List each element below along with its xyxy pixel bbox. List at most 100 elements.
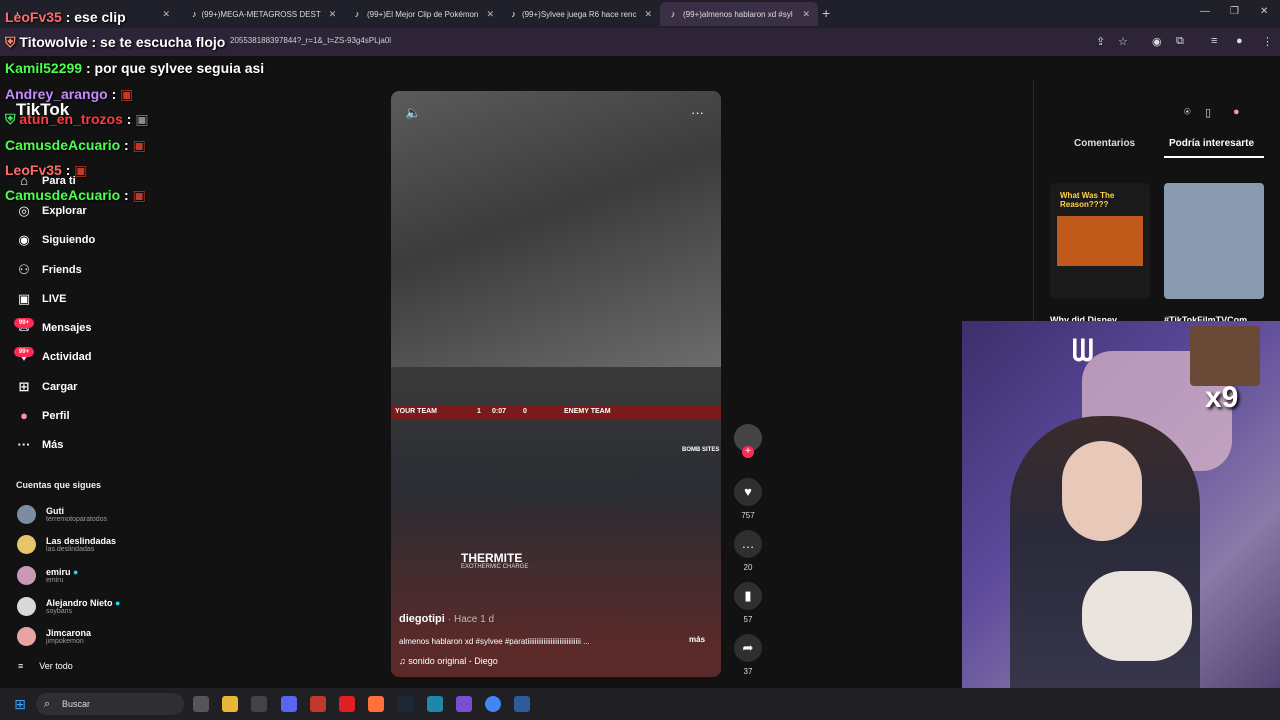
close-tab-icon[interactable]: ✕ [321, 9, 337, 20]
chrome-icon[interactable] [485, 696, 501, 712]
video-options-icon[interactable]: ··· [691, 105, 704, 120]
chat-user: Andrey_arango [5, 86, 108, 102]
operator-gadget: EXOTHERMIC CHARGE [461, 564, 529, 570]
app-icon[interactable] [310, 696, 326, 712]
tab-comentarios[interactable]: Comentarios [1074, 138, 1135, 149]
share-button[interactable]: ➦ 37 [732, 634, 764, 676]
tab-podria-interesarte[interactable]: Podría interesarte [1169, 138, 1254, 149]
following-account[interactable]: Las deslindadas las.deslindadas [17, 535, 116, 554]
chat-message: LeoFv35 : ese clip [5, 9, 126, 25]
menu-dots-icon[interactable]: ⋮ [1262, 35, 1273, 48]
nav-cargar[interactable]: ⊞ Cargar [14, 379, 78, 395]
media-icon[interactable]: ≡ [1211, 35, 1217, 47]
recommended-thumbnail[interactable] [1164, 183, 1264, 299]
file-explorer-icon[interactable] [222, 696, 238, 712]
active-tab-underline [1164, 156, 1264, 158]
new-tab-icon[interactable]: + [822, 5, 830, 21]
app-icon[interactable] [251, 696, 267, 712]
discord-icon[interactable] [281, 696, 297, 712]
search-icon: ⌕ [44, 698, 51, 710]
chat-message: CamusdeAcuario : ▣ [5, 187, 146, 203]
list-icon: ≡ [18, 661, 24, 671]
nav-explorar[interactable]: ◎ Explorar [14, 203, 86, 219]
video-music[interactable]: ♫ sonido original - Diego [399, 656, 498, 666]
close-tab-icon[interactable]: ✕ [794, 9, 810, 20]
avatar [17, 566, 36, 585]
extension-icon[interactable]: ◉ [1152, 35, 1162, 48]
game-hud: YOUR TEAM 1 0:07 0 ENEMY TEAM [391, 405, 721, 419]
app-icon[interactable] [456, 696, 472, 712]
close-tab-icon[interactable]: ✕ [154, 9, 170, 20]
streamer-cam-frame [391, 91, 721, 367]
puzzle-icon[interactable]: ⧉ [1176, 35, 1184, 48]
browser-tab[interactable]: ♪ (99+)El Mejor Clip de Pokémon ✕ [344, 2, 502, 26]
dog [1082, 571, 1192, 661]
save-button[interactable]: ▮ 57 [732, 582, 764, 624]
verified-icon: ● [73, 567, 79, 577]
chat-user: LeoFv35 [5, 162, 62, 178]
app-icon[interactable] [514, 696, 530, 712]
profile-avatar-icon[interactable]: ● [1236, 35, 1243, 47]
more-caption-button[interactable]: más [689, 635, 705, 644]
emote-icon: ▣ [132, 187, 146, 203]
video-player[interactable]: 🔈 ··· YOUR TEAM 1 0:07 0 ENEMY TEAM BOMB… [391, 91, 721, 677]
like-button[interactable]: ♥ 757 [732, 478, 764, 520]
see-all-link[interactable]: ≡ Ver todo [18, 661, 73, 671]
steam-icon[interactable] [397, 696, 413, 712]
following-account[interactable]: Jimcarona jimpokemon [17, 627, 91, 646]
thumbnail-image [1057, 216, 1143, 266]
minimize-icon[interactable]: — [1200, 6, 1210, 17]
taskbar: ⊞ ⌕ Buscar [0, 688, 1280, 720]
video-author[interactable]: diegotipi · Hace 1 d [399, 613, 494, 625]
close-tab-icon[interactable]: ✕ [636, 9, 652, 20]
close-tab-icon[interactable]: ✕ [478, 9, 494, 20]
author-avatar-button[interactable]: + [732, 424, 764, 458]
volume-icon[interactable]: 🔈 [405, 105, 421, 121]
activity-badge: 99+ [14, 347, 34, 357]
shield-icon: ⛨ [5, 111, 16, 127]
chat-user: CamusdeAcuario [5, 137, 121, 153]
device-icon[interactable]: ▯ [1205, 106, 1211, 119]
nav-mas[interactable]: ··· Más [14, 437, 64, 452]
nav-friends[interactable]: ⚇ Friends [14, 262, 82, 278]
chat-message: ⛨ Titowolvie : se te escucha flojo [5, 34, 226, 50]
messages-badge: 99+ [14, 318, 34, 328]
nav-siguiendo[interactable]: ◉ Siguiendo [14, 232, 95, 248]
nav-perfil[interactable]: ● Perfil [14, 408, 69, 423]
chat-message: LeoFv35 : ▣ [5, 162, 88, 178]
comment-button[interactable]: … 20 [732, 530, 764, 572]
streamer-face [1062, 441, 1142, 541]
following-section-title: Cuentas que sigues [16, 480, 102, 490]
app-icon[interactable] [339, 696, 355, 712]
task-view-icon[interactable] [193, 696, 209, 712]
windows-start-icon[interactable]: ⊞ [12, 696, 28, 712]
following-account[interactable]: Alejandro Nieto ● soybans [17, 597, 120, 616]
close-window-icon[interactable]: ✕ [1260, 6, 1268, 17]
browser-tab-active[interactable]: ♪ (99+)almenos hablaron xd #syl ✕ [660, 2, 818, 26]
help-icon[interactable]: ⍟ [1184, 106, 1191, 119]
browser-tab[interactable]: ♪ (99+)MEGA-METAGROSS DEST ✕ [184, 2, 342, 26]
recommended-thumbnail[interactable]: What Was The Reason???? [1050, 183, 1150, 299]
browser-tab[interactable]: ♪ (99+)Sylvee juega R6 hace renc ✕ [502, 2, 660, 26]
following-account[interactable]: Guti terremotoparatodos [17, 505, 107, 524]
follow-plus-icon[interactable]: + [742, 446, 754, 458]
chat-message: ⛨ atun_en_trozos : ▣ [5, 111, 149, 127]
comment-icon: … [734, 530, 762, 558]
chat-message: CamusdeAcuario : ▣ [5, 137, 146, 153]
friends-icon: ⚇ [18, 262, 30, 277]
maximize-icon[interactable]: ❐ [1230, 6, 1239, 17]
chat-user: atun_en_trozos [19, 111, 123, 127]
install-icon[interactable]: ⇪ [1096, 35, 1105, 48]
firefox-icon[interactable] [368, 696, 384, 712]
following-account[interactable]: emiru ● emiru [17, 566, 78, 585]
browser-tab-bar: ♪ ✕ ♪ (99+)MEGA-METAGROSS DEST ✕ ♪ (99+)… [0, 0, 1280, 28]
emote-icon: ▣ [135, 111, 149, 127]
app-icon[interactable] [427, 696, 443, 712]
bookmark-star-icon[interactable]: ☆ [1118, 35, 1128, 48]
taskbar-search[interactable]: ⌕ Buscar [36, 693, 184, 715]
streamer-webcam: ᗯ x9 [962, 321, 1280, 720]
nav-live[interactable]: ▣ LIVE [14, 291, 67, 307]
url-text[interactable]: 205538188397844?_r=1&_t=ZS-93g4sPLja0l [230, 36, 391, 45]
compass-icon: ◎ [18, 203, 30, 218]
profile-avatar-icon[interactable]: ● [1233, 106, 1240, 118]
